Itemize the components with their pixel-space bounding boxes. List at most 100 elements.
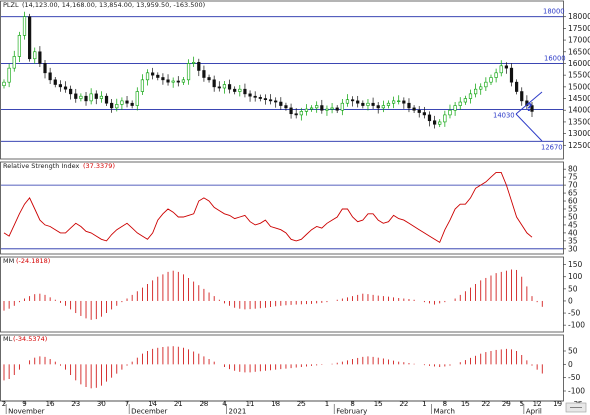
rsi-tick-label: 30	[568, 244, 578, 253]
month-label: March	[434, 408, 455, 415]
candle-body	[12, 56, 16, 69]
date-tick-label: 15	[461, 400, 470, 408]
rsi-tick-label: 80	[568, 165, 578, 174]
candle-body	[243, 88, 247, 95]
rsi-tick-label: 60	[568, 197, 578, 206]
candle-body	[207, 77, 211, 81]
candle-body	[356, 100, 360, 104]
candle-body	[181, 79, 186, 83]
rsi-tick-label: 35	[568, 236, 578, 245]
month-label: February	[336, 408, 367, 415]
candle-body	[330, 107, 334, 110]
ml-current-value: (-34.5374)	[13, 335, 47, 343]
candle-body	[376, 105, 380, 109]
candle-body	[340, 102, 344, 111]
level-label-16000: 16000	[544, 54, 566, 62]
candle-body	[38, 51, 42, 64]
date-tick-label: 1	[422, 400, 426, 408]
candle-body	[320, 105, 324, 111]
date-tick-label: 22	[481, 400, 490, 408]
candle-body	[89, 93, 93, 102]
candle-body	[110, 102, 114, 109]
ml-tick-label: 50	[568, 347, 578, 356]
price-tick-label: 18000	[568, 12, 590, 21]
candle-body	[468, 93, 473, 99]
date-tick-label: 22	[399, 400, 408, 408]
candle-body	[299, 111, 303, 116]
candle-body	[453, 105, 457, 111]
candle-body	[74, 93, 78, 99]
price-tick-label: 15500	[568, 71, 590, 80]
chart-scroll-handle[interactable]	[565, 402, 587, 413]
question-annotation: ?	[526, 101, 532, 114]
candle-body	[130, 102, 134, 106]
rsi-tick-label: 50	[568, 212, 578, 221]
candle-body	[268, 99, 273, 102]
date-tick-label: 18	[271, 400, 280, 408]
ml-title: ML	[3, 335, 13, 343]
ml-tick-label: -50	[568, 373, 580, 382]
candle-body	[186, 63, 191, 81]
price-tick-label: 12500	[568, 141, 590, 150]
candle-body	[84, 95, 88, 102]
candle-body	[58, 84, 62, 88]
candle-body	[222, 84, 227, 89]
candle-body	[402, 100, 406, 104]
ml-tick-label: 0	[568, 360, 573, 369]
candle-body	[248, 93, 252, 97]
candle-body	[371, 102, 375, 106]
candle-body	[120, 100, 124, 105]
candle-body	[448, 109, 452, 116]
date-tick-label: 11	[246, 400, 255, 408]
date-tick-label: 15	[374, 400, 383, 408]
price-tick-label: 16500	[568, 47, 590, 56]
date-tick-label: 5	[520, 400, 524, 408]
mm-tick-label: 100	[568, 272, 583, 281]
candle-body	[304, 108, 309, 112]
date-tick-label: 21	[174, 400, 183, 408]
rsi-tick-label: 40	[568, 228, 578, 237]
mm-tick-label: -50	[568, 309, 580, 318]
candle-body	[135, 91, 139, 106]
candle-body	[94, 93, 98, 99]
candle-body	[407, 102, 411, 109]
candle-body	[274, 100, 278, 103]
mm-current-value: (-24.1818)	[16, 257, 50, 265]
rsi-tick-label: 65	[568, 189, 578, 198]
date-tick-label: 23	[71, 400, 80, 408]
month-label: 2021	[229, 408, 247, 415]
candle-body	[412, 107, 416, 111]
date-tick-label: 25	[297, 400, 306, 408]
candle-body	[463, 98, 467, 103]
candle-body	[125, 100, 129, 104]
candle-body	[48, 72, 52, 81]
candle-body	[279, 101, 283, 106]
date-tick-label: 16	[46, 400, 55, 408]
date-tick-label: 30	[97, 400, 106, 408]
candle-body	[484, 81, 488, 88]
date-tick-label: 19	[553, 400, 562, 408]
price-tick-label: 15000	[568, 82, 590, 91]
mm-title: MM	[3, 257, 14, 265]
stock-chart-window: 1250013000135001400014500150001550016000…	[0, 0, 590, 415]
candle-body	[99, 95, 103, 99]
candle-body	[504, 65, 508, 69]
rsi-tick-label: 45	[568, 220, 578, 229]
candle-body	[417, 109, 421, 113]
mm-tick-label: 50	[568, 284, 578, 293]
candle-body	[115, 104, 119, 109]
candle-body	[335, 107, 339, 111]
candle-body	[2, 81, 6, 86]
candle-body	[104, 95, 109, 104]
candle-body	[520, 91, 524, 102]
candle-body	[212, 79, 216, 88]
candle-body	[17, 35, 21, 57]
candle-body	[145, 72, 150, 81]
candle-body	[315, 105, 319, 109]
candle-body	[192, 61, 196, 64]
month-label: November	[8, 408, 45, 415]
candle-body	[202, 70, 206, 78]
candle-body	[381, 105, 385, 109]
candle-body	[227, 84, 232, 90]
candle-body	[433, 120, 437, 125]
